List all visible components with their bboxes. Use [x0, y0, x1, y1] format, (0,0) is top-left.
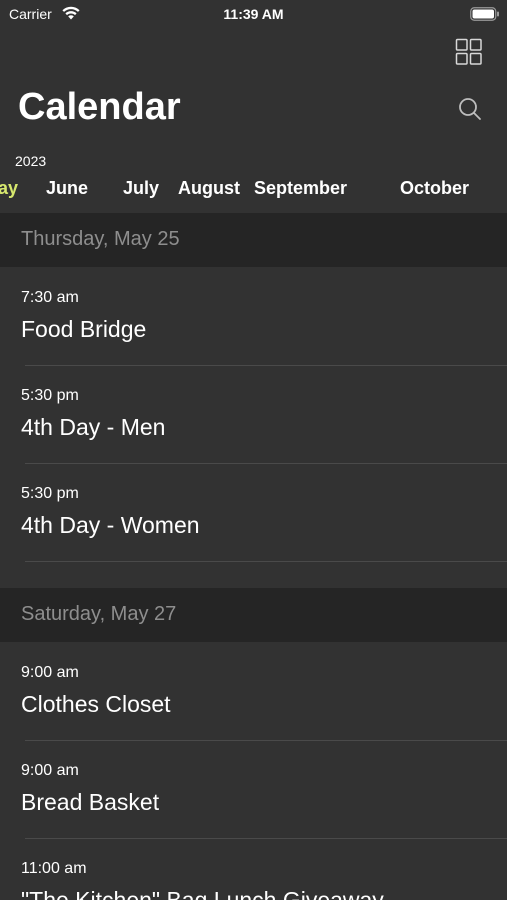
section-date: Saturday, May 27	[21, 603, 177, 625]
grid-icon	[455, 38, 482, 65]
event-time: 9:00 am	[21, 664, 79, 681]
event-title: 4th Day - Men	[21, 414, 166, 440]
search-icon	[459, 98, 481, 120]
event-time: 5:30 pm	[21, 485, 79, 502]
month-tab-october[interactable]: October	[400, 178, 469, 199]
status-bar: Carrier 11:39 AM	[0, 0, 507, 28]
event-row[interactable]: 7:30 am Food Bridge	[0, 268, 507, 366]
section-date: Thursday, May 25	[21, 228, 180, 250]
page-title: Calendar	[18, 86, 181, 128]
month-tab-august[interactable]: August	[178, 178, 240, 199]
grid-view-button[interactable]	[455, 38, 483, 66]
event-time: 7:30 am	[21, 289, 79, 306]
section-header: Thursday, May 25	[0, 213, 507, 267]
event-time: 11:00 am	[21, 860, 87, 877]
event-title: Food Bridge	[21, 316, 147, 342]
event-row[interactable]: 9:00 am Clothes Closet	[0, 643, 507, 741]
month-tab-june[interactable]: June	[46, 178, 88, 199]
event-title: 4th Day - Women	[21, 512, 200, 538]
event-row[interactable]: 5:30 pm 4th Day - Men	[0, 366, 507, 464]
clock-time: 11:39 AM	[223, 6, 284, 22]
event-title: Bread Basket	[21, 789, 160, 815]
event-row[interactable]: 5:30 pm 4th Day - Women	[0, 464, 507, 562]
search-button[interactable]	[457, 96, 483, 122]
section-header: Saturday, May 27	[0, 588, 507, 642]
event-title: "The Kitchen" Bag Lunch Giveaway	[21, 887, 384, 900]
event-row[interactable]: 9:00 am Bread Basket	[0, 741, 507, 839]
event-title: Clothes Closet	[21, 691, 171, 717]
calendar-screen: Carrier 11:39 AM Calendar 2023 ay June J…	[0, 0, 507, 900]
event-time: 5:30 pm	[21, 387, 79, 404]
battery-icon	[470, 7, 499, 21]
event-row[interactable]: 11:00 am "The Kitchen" Bag Lunch Giveawa…	[0, 839, 507, 900]
event-time: 9:00 am	[21, 762, 79, 779]
month-tab-july[interactable]: July	[123, 178, 159, 199]
month-tab-september[interactable]: September	[254, 178, 347, 199]
year-label: 2023	[15, 153, 47, 169]
month-tab-may[interactable]: ay	[0, 178, 18, 199]
row-divider	[25, 561, 507, 562]
